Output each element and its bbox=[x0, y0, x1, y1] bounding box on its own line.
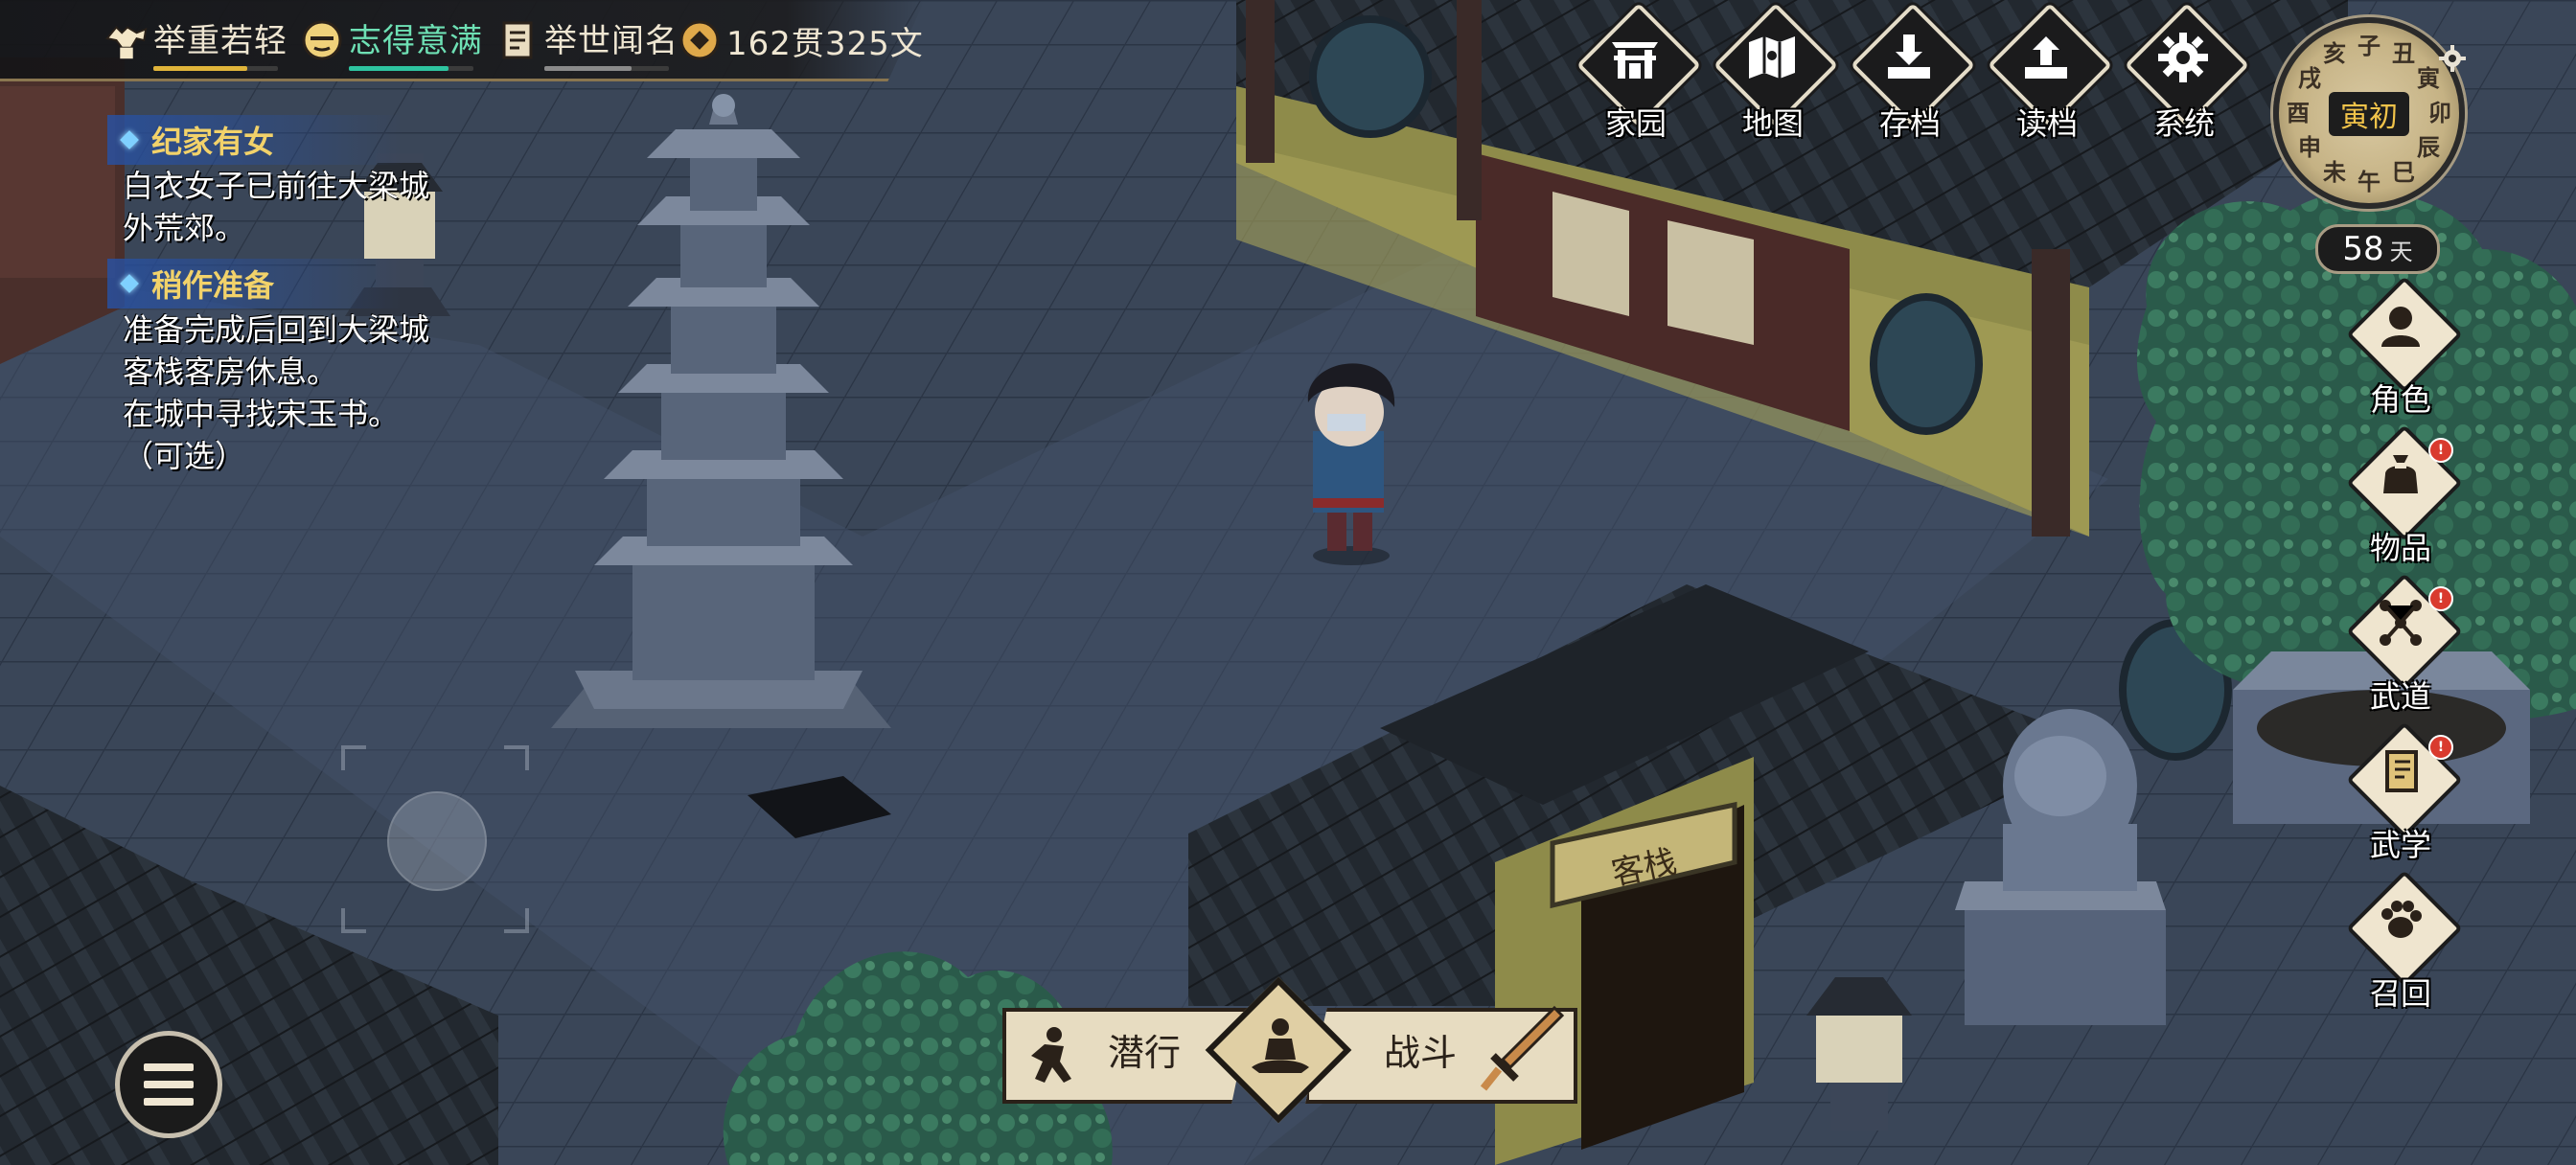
clock-hour: 巳 bbox=[2392, 159, 2415, 186]
hamburger-icon bbox=[144, 1063, 194, 1071]
clock-hour: 戌 bbox=[2298, 65, 2321, 92]
money-display: 162贯325文 bbox=[677, 13, 924, 67]
quest-desc-line: 准备完成后回到大梁城 bbox=[123, 311, 430, 348]
clock-hour: 午 bbox=[2358, 169, 2380, 195]
quest-item[interactable]: 纪家有女 白衣女子已前往大梁城 外荒郊。 bbox=[107, 115, 472, 249]
save-label: 存档 bbox=[1878, 105, 1941, 142]
day-counter: 58 天 bbox=[2315, 224, 2440, 274]
martial-arts-notification-badge: ! bbox=[2428, 735, 2453, 760]
face-icon bbox=[299, 17, 345, 63]
martial-arts-label: 武学 bbox=[2369, 827, 2431, 863]
bag-icon bbox=[2383, 455, 2418, 493]
coin-icon bbox=[677, 17, 723, 63]
money-label: 162贯325文 bbox=[726, 24, 924, 63]
clock-hour: 丑 bbox=[2392, 40, 2415, 67]
stat-strength[interactable]: 举重若轻 bbox=[104, 13, 288, 71]
quest-desc-line: 外荒郊。 bbox=[123, 210, 246, 246]
home-label: 家园 bbox=[1604, 105, 1667, 142]
paw-icon bbox=[2381, 901, 2422, 938]
muscle-icon bbox=[104, 17, 150, 63]
stat-fame-bar bbox=[544, 65, 632, 71]
stat-fame-label: 举世闻名 bbox=[544, 21, 678, 60]
map-icon bbox=[1749, 36, 1795, 79]
quest-desc-line: 客栈客房休息。 bbox=[123, 354, 338, 390]
clock-hour: 卯 bbox=[2428, 100, 2451, 126]
scroll-icon bbox=[494, 17, 540, 63]
quest-log: 纪家有女 白衣女子已前往大梁城 外荒郊。 稍作准备 准备完成后回到大梁城 客栈客… bbox=[107, 115, 472, 487]
day-value: 58 bbox=[2342, 230, 2384, 268]
martial-path-icon bbox=[2380, 600, 2422, 646]
save-icon bbox=[1888, 34, 1930, 79]
clock-hour: 申 bbox=[2298, 134, 2321, 161]
action-bar: 潜行 战斗 bbox=[1002, 976, 1577, 1140]
joystick-knob[interactable] bbox=[387, 791, 487, 891]
stat-mood-bar bbox=[349, 65, 448, 71]
clock-hour: 寅 bbox=[2417, 65, 2440, 92]
recall-button[interactable]: 召回 bbox=[2338, 870, 2463, 1017]
character-icon bbox=[2381, 307, 2420, 347]
main-menu-button[interactable] bbox=[115, 1031, 222, 1138]
martial-path-button[interactable]: ! 武道 bbox=[2338, 573, 2463, 720]
clock-hour: 酉 bbox=[2287, 100, 2310, 126]
day-unit: 天 bbox=[2389, 238, 2413, 265]
quest-title: 纪家有女 bbox=[107, 115, 402, 165]
quest-marker-icon bbox=[120, 130, 139, 149]
system-label: 系统 bbox=[2152, 105, 2215, 142]
martial-path-label: 武道 bbox=[2369, 678, 2431, 715]
settings-gear-icon[interactable] bbox=[2438, 44, 2467, 73]
current-time: 寅初 bbox=[2329, 92, 2409, 136]
clock-hour: 辰 bbox=[2417, 134, 2440, 161]
quest-desc-line: 在城中寻找宋玉书。 bbox=[123, 396, 400, 432]
quest-marker-icon bbox=[120, 274, 139, 293]
manual-book-icon bbox=[2385, 750, 2418, 792]
home-button[interactable]: 家园 bbox=[1574, 2, 1702, 142]
martial-arts-button[interactable]: ! 武学 bbox=[2338, 721, 2463, 869]
load-icon bbox=[2025, 36, 2067, 79]
gear-icon bbox=[2158, 33, 2208, 82]
home-gate-icon bbox=[1612, 42, 1658, 79]
quest-desc-line: 白衣女子已前往大梁城 bbox=[123, 168, 430, 204]
stat-strength-bar bbox=[153, 65, 247, 71]
clock-hour: 亥 bbox=[2323, 40, 2346, 67]
quest-title: 稍作准备 bbox=[107, 259, 402, 308]
quest-desc-line: （可选） bbox=[123, 438, 246, 474]
items-button[interactable]: ! 物品 bbox=[2338, 424, 2463, 572]
meditate-icon bbox=[1252, 1018, 1309, 1073]
stealth-label: 潜行 bbox=[1108, 1032, 1182, 1074]
load-label: 读档 bbox=[2015, 105, 2078, 142]
combat-label: 战斗 bbox=[1384, 1032, 1458, 1074]
stealth-icon bbox=[1031, 1027, 1071, 1083]
items-label: 物品 bbox=[2369, 530, 2431, 566]
map-label: 地图 bbox=[1741, 105, 1804, 142]
stat-mood[interactable]: 志得意满 bbox=[299, 13, 483, 71]
load-button[interactable]: 读档 bbox=[1985, 2, 2113, 142]
recall-label: 召回 bbox=[2369, 975, 2431, 1012]
save-button[interactable]: 存档 bbox=[1848, 2, 1976, 142]
sword-icon bbox=[1480, 1005, 1565, 1091]
clock-hour: 子 bbox=[2358, 33, 2380, 59]
stat-mood-label: 志得意满 bbox=[349, 21, 483, 60]
time-clock[interactable]: 子 丑 寅 卯 辰 巳 午 未 申 酉 戌 亥 寅初 bbox=[2273, 17, 2465, 209]
items-notification-badge: ! bbox=[2428, 438, 2453, 463]
stat-strength-label: 举重若轻 bbox=[153, 21, 288, 60]
character-button[interactable]: 角色 bbox=[2338, 276, 2463, 423]
virtual-joystick[interactable] bbox=[341, 745, 529, 933]
martial-path-notification-badge: ! bbox=[2428, 586, 2453, 611]
character-label: 角色 bbox=[2369, 381, 2431, 418]
clock-hour: 未 bbox=[2323, 159, 2346, 186]
map-button[interactable]: 地图 bbox=[1711, 2, 1839, 142]
system-button[interactable]: 系统 bbox=[2122, 2, 2250, 142]
stat-fame[interactable]: 举世闻名 bbox=[494, 13, 678, 71]
quest-item[interactable]: 稍作准备 准备完成后回到大梁城 客栈客房休息。 在城中寻找宋玉书。 （可选） bbox=[107, 259, 472, 477]
